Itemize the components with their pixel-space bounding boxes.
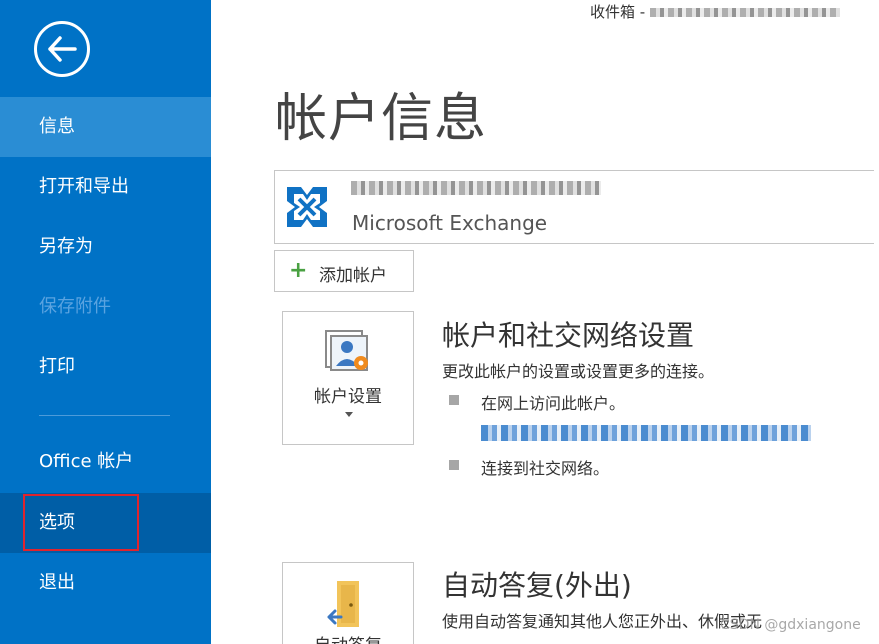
- access-account-online-text: 在网上访问此帐户。: [481, 394, 626, 413]
- backstage-sidebar: 信息 打开和导出 另存为 保存附件 打印 Office 帐户 选项 退出: [0, 0, 211, 644]
- sidebar-item-options[interactable]: 选项: [0, 493, 211, 553]
- sidebar-divider: [39, 415, 170, 416]
- account-web-link[interactable]: [481, 425, 811, 441]
- window-title-text: 收件箱 -: [590, 3, 650, 21]
- chevron-down-icon: [345, 412, 353, 417]
- arrow-left-icon: [48, 36, 77, 62]
- account-settings-description: 更改此帐户的设置或设置更多的连接。: [442, 362, 715, 381]
- auto-reply-label: 自动答复: [283, 631, 413, 644]
- sidebar-item-office-account[interactable]: Office 帐户: [0, 432, 211, 492]
- add-account-label: 添加帐户: [319, 266, 387, 286]
- account-settings-label: 帐户设置: [314, 387, 382, 407]
- page-title: 帐户信息: [275, 89, 488, 149]
- exchange-icon: [283, 183, 331, 231]
- sidebar-item-save-as[interactable]: 另存为: [0, 217, 211, 277]
- redacted-account-name: [351, 181, 601, 195]
- account-settings-icon: [325, 330, 368, 371]
- account-settings-title: 帐户和社交网络设置: [442, 319, 695, 352]
- account-type: Microsoft Exchange: [352, 211, 548, 235]
- bullet-icon: [449, 460, 459, 470]
- auto-reply-description: 使用自动答复通知其他人您正外出、休假或无: [442, 612, 763, 631]
- auto-reply-icon: [327, 581, 359, 627]
- account-settings-button[interactable]: 帐户设置: [282, 311, 414, 445]
- sidebar-item-open-export[interactable]: 打开和导出: [0, 157, 211, 217]
- back-button[interactable]: [34, 21, 90, 77]
- plus-icon: +: [289, 258, 308, 283]
- redacted-email: [649, 8, 840, 17]
- sidebar-item-print[interactable]: 打印: [0, 337, 211, 397]
- sidebar-item-exit[interactable]: 退出: [0, 553, 211, 613]
- sidebar-item-info[interactable]: 信息: [0, 97, 211, 157]
- bullet-icon: [449, 395, 459, 405]
- window-title: 收件箱 -: [590, 0, 840, 24]
- connect-social-network-link[interactable]: 连接到社交网络。: [481, 455, 609, 479]
- account-selector[interactable]: Microsoft Exchange: [274, 170, 874, 244]
- watermark: CSDN @gdxiangone: [720, 617, 861, 633]
- sidebar-item-save-attachments: 保存附件: [39, 296, 111, 317]
- auto-reply-title: 自动答复(外出): [442, 569, 632, 602]
- add-account-button[interactable]: + 添加帐户: [274, 250, 414, 292]
- auto-reply-button[interactable]: 自动答复: [282, 562, 414, 644]
